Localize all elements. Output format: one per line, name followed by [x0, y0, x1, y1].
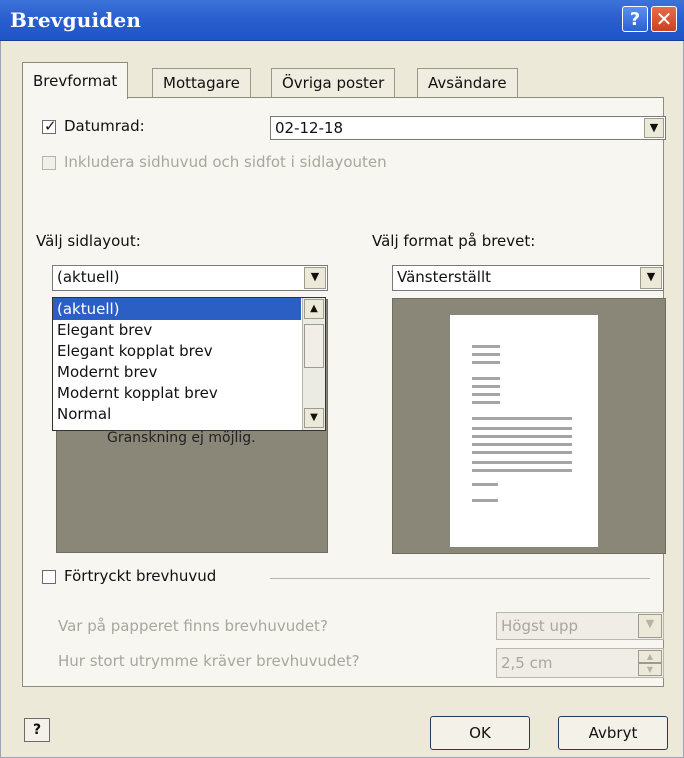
chevron-down-icon[interactable]: ▼ [304, 267, 326, 289]
page-layout-dropdown-list[interactable]: (aktuell) Elegant brev Elegant kopplat b… [52, 297, 326, 431]
letter-format-value: Vänsterställt [397, 268, 491, 286]
paper-preview [450, 315, 598, 547]
preview-line [472, 469, 572, 472]
scroll-up-icon[interactable]: ▲ [304, 299, 324, 319]
preview-line [472, 483, 498, 486]
preview-line [472, 345, 500, 348]
page-layout-label: Välj sidlayout: [36, 232, 141, 250]
date-format-select[interactable]: 02-12-18 ▼ [270, 116, 666, 140]
list-item[interactable]: Elegant brev [53, 319, 301, 341]
list-item[interactable]: (aktuell) [53, 298, 301, 320]
preview-line [472, 417, 572, 420]
chevron-down-icon[interactable]: ▼ [638, 614, 662, 638]
close-button[interactable]: ✕ [651, 6, 677, 32]
checkmark-icon: ✓ [44, 117, 57, 135]
help-title-button[interactable]: ? [622, 6, 648, 32]
spin-up-icon[interactable]: ▲ [638, 650, 662, 663]
scroll-down-icon[interactable]: ▼ [304, 408, 324, 428]
preview-note: Granskning ej möjlig. [107, 430, 256, 446]
letterhead-space-label: Hur stort utrymme kräver brevhuvudet? [58, 652, 360, 670]
date-line-checkbox[interactable]: ✓ [42, 117, 57, 135]
letter-format-preview [392, 298, 666, 554]
letterhead-space-value: 2,5 cm [501, 654, 553, 672]
preview-line [472, 461, 572, 464]
list-item[interactable]: Normal [53, 403, 301, 425]
list-item[interactable]: Modernt kopplat brev [53, 382, 301, 404]
preview-line [472, 435, 572, 438]
preview-line [472, 353, 500, 356]
letterhead-position-label: Var på papperet finns brevhuvudet? [58, 617, 328, 635]
preview-line [472, 443, 572, 446]
group-divider [270, 578, 650, 579]
letterhead-position-value: Högst upp [501, 617, 578, 635]
preview-line [472, 451, 572, 454]
cancel-button[interactable]: Avbryt [558, 716, 668, 750]
date-line-label: Datumrad: [64, 117, 145, 135]
date-format-value: 02-12-18 [275, 119, 344, 137]
preview-line [472, 427, 572, 430]
preview-line [472, 499, 498, 502]
include-header-footer-checkbox[interactable] [42, 156, 56, 170]
letter-format-label: Välj format på brevet: [372, 232, 536, 250]
tab-ovriga-poster[interactable]: Övriga poster [271, 68, 396, 97]
include-header-footer-label: Inkludera sidhuvud och sidfot i sidlayou… [64, 153, 387, 171]
preprinted-letterhead-label: Förtryckt brevhuvud [64, 567, 217, 585]
preview-line [472, 401, 500, 404]
preview-line [472, 377, 500, 380]
letter-format-select[interactable]: Vänsterställt ▼ [392, 265, 664, 291]
page-layout-value: (aktuell) [57, 268, 120, 286]
list-item[interactable]: Modernt brev [53, 361, 301, 383]
tab-brevformat[interactable]: Brevformat [22, 62, 129, 99]
chevron-down-icon[interactable]: ▼ [640, 267, 662, 289]
preprinted-letterhead-checkbox[interactable] [42, 570, 56, 584]
tab-avsandare[interactable]: Avsändare [417, 68, 518, 97]
list-scrollbar[interactable]: ▲ ▼ [302, 298, 325, 430]
window-title: Brevguiden [10, 8, 142, 32]
page-layout-select[interactable]: (aktuell) ▼ [52, 265, 328, 291]
preview-line [472, 393, 500, 396]
dialog-window: Brevguiden ? ✕ Brevformat Mottagare Övri… [0, 0, 684, 758]
title-bar[interactable]: Brevguiden ? ✕ [0, 0, 684, 41]
preview-line [472, 385, 500, 388]
ok-button[interactable]: OK [430, 716, 530, 750]
chevron-down-icon[interactable]: ▼ [644, 118, 664, 138]
help-icon[interactable]: ? [24, 718, 50, 742]
list-item[interactable]: Elegant kopplat brev [53, 340, 301, 362]
letterhead-position-select[interactable]: Högst upp ▼ [496, 612, 664, 640]
tab-mottagare[interactable]: Mottagare [152, 68, 251, 97]
scroll-thumb[interactable] [304, 324, 324, 368]
preview-line [472, 361, 500, 364]
letterhead-space-spinner[interactable]: 2,5 cm ▲ ▼ [496, 648, 664, 678]
spin-down-icon[interactable]: ▼ [638, 663, 662, 676]
